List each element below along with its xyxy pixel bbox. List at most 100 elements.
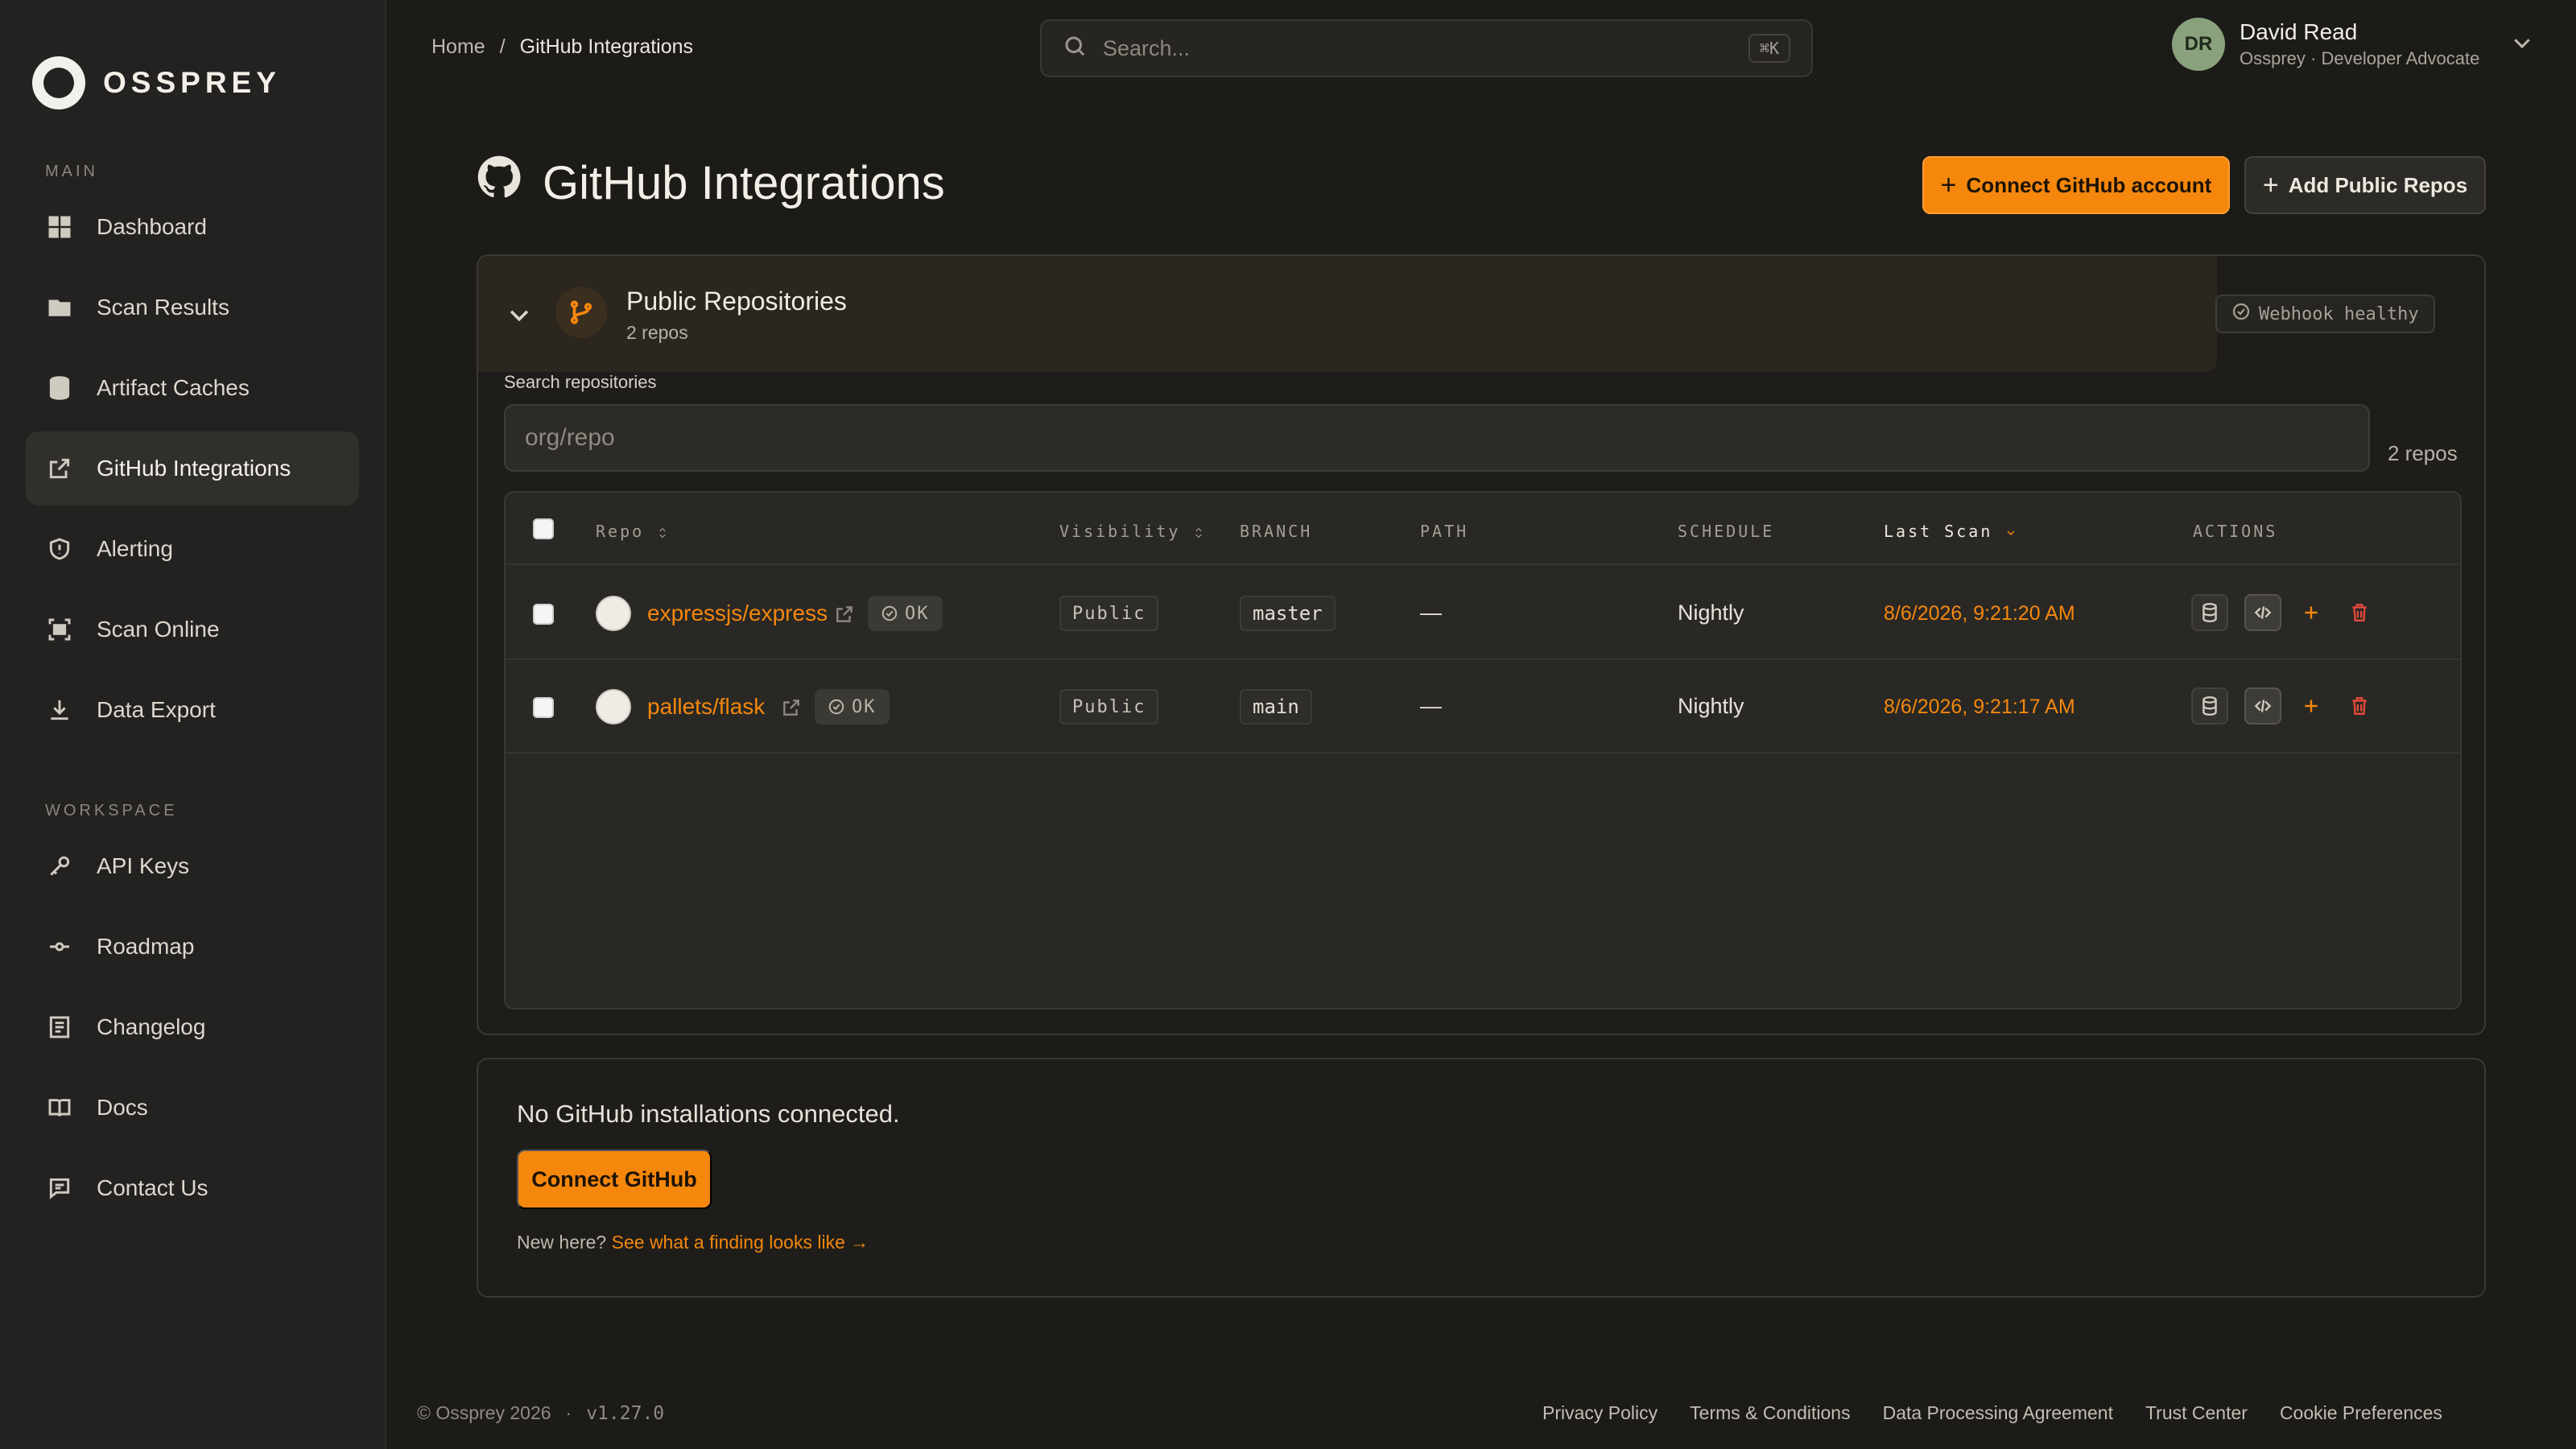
download-icon xyxy=(47,697,72,723)
add-action-button[interactable] xyxy=(2293,687,2330,724)
code-action-button[interactable] xyxy=(2244,687,2281,724)
column-header-last-scan[interactable]: Last Scan xyxy=(1884,522,2017,541)
repositories-table: Repo Visibility BRANCH PATH SCHEDULE Las… xyxy=(504,491,2462,1009)
git-branch-icon xyxy=(555,287,607,338)
status-badge: OK xyxy=(815,689,890,724)
chevron-down-icon[interactable] xyxy=(2510,31,2534,59)
sidebar-item-api-keys[interactable]: API Keys xyxy=(26,829,359,903)
key-icon xyxy=(47,853,72,879)
public-repositories-card: Public Repositories 2 repos Webhook heal… xyxy=(477,254,2486,1035)
sidebar-item-scan-online[interactable]: Scan Online xyxy=(26,592,359,667)
check-circle-icon xyxy=(828,699,844,715)
roadmap-icon xyxy=(47,934,72,960)
repo-link[interactable]: expressjs/express xyxy=(647,601,828,626)
finding-example-link[interactable]: See what a finding looks like → xyxy=(612,1232,869,1253)
delete-action-button[interactable] xyxy=(2341,594,2378,631)
new-here-text: New here? See what a finding looks like … xyxy=(517,1232,869,1253)
sidebar-item-docs[interactable]: Docs xyxy=(26,1071,359,1145)
code-icon xyxy=(2254,700,2272,712)
database-icon xyxy=(2202,696,2217,716)
plus-icon xyxy=(2305,606,2318,619)
repository-search-input[interactable]: org/repo xyxy=(504,404,2370,472)
add-action-button[interactable] xyxy=(2293,594,2330,631)
sidebar-item-artifact-caches[interactable]: Artifact Caches xyxy=(26,351,359,425)
footer-link-cookies[interactable]: Cookie Preferences xyxy=(2280,1402,2442,1424)
row-checkbox[interactable] xyxy=(533,697,554,718)
footer-link-trust[interactable]: Trust Center xyxy=(2145,1402,2248,1424)
repo-link[interactable]: pallets/flask xyxy=(647,694,765,720)
schedule-cell: Nightly xyxy=(1678,601,1744,625)
check-circle-icon xyxy=(881,605,898,621)
connect-github-account-button[interactable]: + Connect GitHub account xyxy=(1922,156,2230,214)
search-icon xyxy=(1063,34,1087,64)
footer-link-terms[interactable]: Terms & Conditions xyxy=(1690,1402,1850,1424)
repo-avatar xyxy=(596,689,631,724)
sidebar-item-contact-us[interactable]: Contact Us xyxy=(26,1151,359,1225)
column-header-visibility[interactable]: Visibility xyxy=(1059,522,1205,541)
github-installations-card: No GitHub installations connected. Conne… xyxy=(477,1058,2486,1298)
version-label: v1.27.0 xyxy=(586,1402,665,1424)
brand-logo[interactable]: OSSPREY xyxy=(32,56,281,109)
database-icon xyxy=(47,375,72,401)
osprey-logo-icon xyxy=(32,56,85,109)
chevron-down-icon[interactable] xyxy=(506,301,533,332)
sort-icon xyxy=(1192,522,1205,541)
repository-search-placeholder: org/repo xyxy=(525,424,615,451)
status-text: OK xyxy=(905,603,930,624)
cache-action-button[interactable] xyxy=(2191,594,2228,631)
sidebar-item-label: Dashboard xyxy=(97,214,207,239)
external-link-icon[interactable] xyxy=(781,697,802,722)
select-all-checkbox[interactable] xyxy=(533,518,554,539)
footer-meta: © Ossprey 2026 · v1.27.0 xyxy=(417,1402,664,1424)
connect-github-button[interactable]: Connect GitHub xyxy=(517,1150,712,1209)
plus-icon: + xyxy=(1940,169,1957,200)
external-link-icon[interactable] xyxy=(834,604,855,629)
folder-icon xyxy=(47,295,72,320)
brand-name: OSSPREY xyxy=(103,66,281,99)
book-icon xyxy=(47,1095,72,1121)
table-divider xyxy=(506,752,2460,753)
last-scan-cell: 8/6/2026, 9:21:17 AM xyxy=(1884,696,2075,718)
column-header-repo[interactable]: Repo xyxy=(596,522,669,541)
sidebar-item-scan-results[interactable]: Scan Results xyxy=(26,270,359,345)
sidebar-item-label: Artifact Caches xyxy=(97,375,250,400)
sidebar-item-label: Alerting xyxy=(97,536,173,561)
code-action-button[interactable] xyxy=(2244,594,2281,631)
webhook-status-text: Webhook healthy xyxy=(2259,303,2419,324)
sidebar-item-data-export[interactable]: Data Export xyxy=(26,673,359,747)
global-search-input[interactable]: Search... ⌘K xyxy=(1040,19,1813,77)
new-here-label: New here? xyxy=(517,1232,607,1253)
grid-icon xyxy=(47,214,72,240)
page-title-row: GitHub Integrations xyxy=(475,153,945,213)
user-menu[interactable]: DR David Read Ossprey · Developer Advoca… xyxy=(2172,18,2534,71)
add-public-repos-button[interactable]: + Add Public Repos xyxy=(2244,156,2486,214)
cache-action-button[interactable] xyxy=(2191,687,2228,724)
visibility-chip: Public xyxy=(1059,596,1159,631)
row-checkbox[interactable] xyxy=(533,604,554,625)
webhook-status-badge: Webhook healthy xyxy=(2215,295,2435,333)
branch-chip: master xyxy=(1240,596,1335,631)
footer-dot: · xyxy=(565,1402,572,1423)
section-label-main: MAIN xyxy=(45,163,98,180)
footer-link-privacy[interactable]: Privacy Policy xyxy=(1542,1402,1657,1424)
delete-action-button[interactable] xyxy=(2341,687,2378,724)
breadcrumb: Home / GitHub Integrations xyxy=(431,35,693,59)
copyright: © Ossprey 2026 xyxy=(417,1402,551,1423)
shield-icon xyxy=(47,536,72,562)
breadcrumb-home[interactable]: Home xyxy=(431,35,485,59)
sidebar-item-github-integrations[interactable]: GitHub Integrations xyxy=(26,431,359,506)
breadcrumb-separator: / xyxy=(499,35,506,58)
public-repositories-header[interactable]: Public Repositories 2 repos xyxy=(478,256,2217,372)
sidebar-item-alerting[interactable]: Alerting xyxy=(26,512,359,586)
column-header-last-scan-label: Last Scan xyxy=(1884,522,1993,541)
sidebar-item-dashboard[interactable]: Dashboard xyxy=(26,190,359,264)
sidebar-item-changelog[interactable]: Changelog xyxy=(26,990,359,1064)
sidebar-item-roadmap[interactable]: Roadmap xyxy=(26,910,359,984)
user-name: David Read xyxy=(2240,19,2358,44)
footer-link-dpa[interactable]: Data Processing Agreement xyxy=(1883,1402,2113,1424)
github-icon xyxy=(475,153,523,213)
page-title: GitHub Integrations xyxy=(543,156,945,209)
status-text: OK xyxy=(852,696,877,717)
scan-icon xyxy=(47,617,72,642)
sort-icon xyxy=(656,522,669,541)
